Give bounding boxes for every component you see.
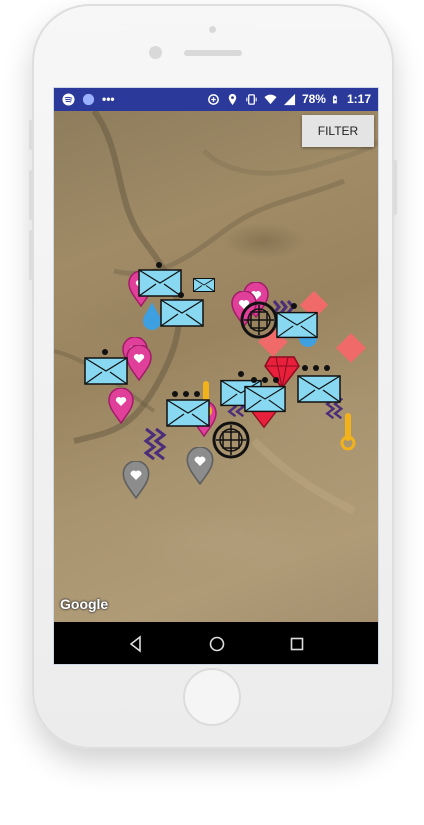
android-nav-bar xyxy=(54,622,378,664)
cluster-dots-icon xyxy=(302,365,330,371)
filter-button[interactable]: FILTER xyxy=(302,115,374,147)
status-bar: ••• 78% 1:17 xyxy=(54,88,378,111)
cluster-dots-icon xyxy=(291,303,297,309)
heart-pin-icon[interactable] xyxy=(126,345,152,381)
water-drop-icon[interactable] xyxy=(142,301,162,331)
volume-down-button xyxy=(29,230,33,280)
phone-screen: ••• 78% 1:17 FILTER Google xyxy=(53,87,379,665)
wifi-icon xyxy=(264,94,277,104)
grey-heart-pin-icon[interactable] xyxy=(122,461,150,499)
clock: 1:17 xyxy=(346,92,371,106)
diamond-icon[interactable] xyxy=(332,329,370,367)
recents-icon[interactable] xyxy=(287,634,307,654)
heart-pin-icon[interactable] xyxy=(108,388,134,424)
mail-icon[interactable] xyxy=(84,357,128,385)
home-icon[interactable] xyxy=(207,634,227,654)
cluster-dots-icon xyxy=(172,391,200,397)
crosshair-icon[interactable] xyxy=(240,301,278,339)
vibrate-icon xyxy=(246,93,257,105)
volume-button xyxy=(29,120,33,150)
mail-icon[interactable] xyxy=(297,375,341,403)
satellite-map[interactable]: FILTER Google xyxy=(54,111,378,622)
zigzag-icon[interactable] xyxy=(142,427,170,465)
google-attribution: Google xyxy=(60,596,109,612)
more-notifications-icon: ••• xyxy=(102,92,115,106)
battery-charging-icon xyxy=(332,94,337,103)
cluster-dots-icon xyxy=(156,262,162,268)
proximity-sensor xyxy=(209,26,216,33)
grey-heart-pin-icon[interactable] xyxy=(186,447,214,485)
earpiece-speaker xyxy=(184,50,242,56)
cluster-dots-icon xyxy=(251,377,279,383)
notification-dot-icon xyxy=(82,93,95,105)
front-camera xyxy=(149,46,162,59)
phone-home-button[interactable] xyxy=(183,668,241,726)
mail-icon[interactable] xyxy=(244,385,286,413)
power-button xyxy=(393,160,397,215)
cluster-dots-icon xyxy=(102,349,108,355)
cluster-dots-icon xyxy=(178,292,184,298)
mail-icon[interactable] xyxy=(160,299,204,327)
battery-percent: 78% xyxy=(301,92,326,106)
mail-icon[interactable] xyxy=(166,399,210,427)
mail-icon[interactable] xyxy=(193,277,215,293)
volume-up-button xyxy=(29,170,33,220)
mail-icon[interactable] xyxy=(276,311,318,339)
crosshair-icon[interactable] xyxy=(212,421,250,459)
location-icon xyxy=(228,93,237,105)
data-saver-icon xyxy=(208,93,219,105)
cluster-dots-icon xyxy=(238,371,244,377)
spotify-icon xyxy=(62,92,75,106)
cell-signal-icon xyxy=(283,93,296,105)
back-icon[interactable] xyxy=(126,634,146,654)
